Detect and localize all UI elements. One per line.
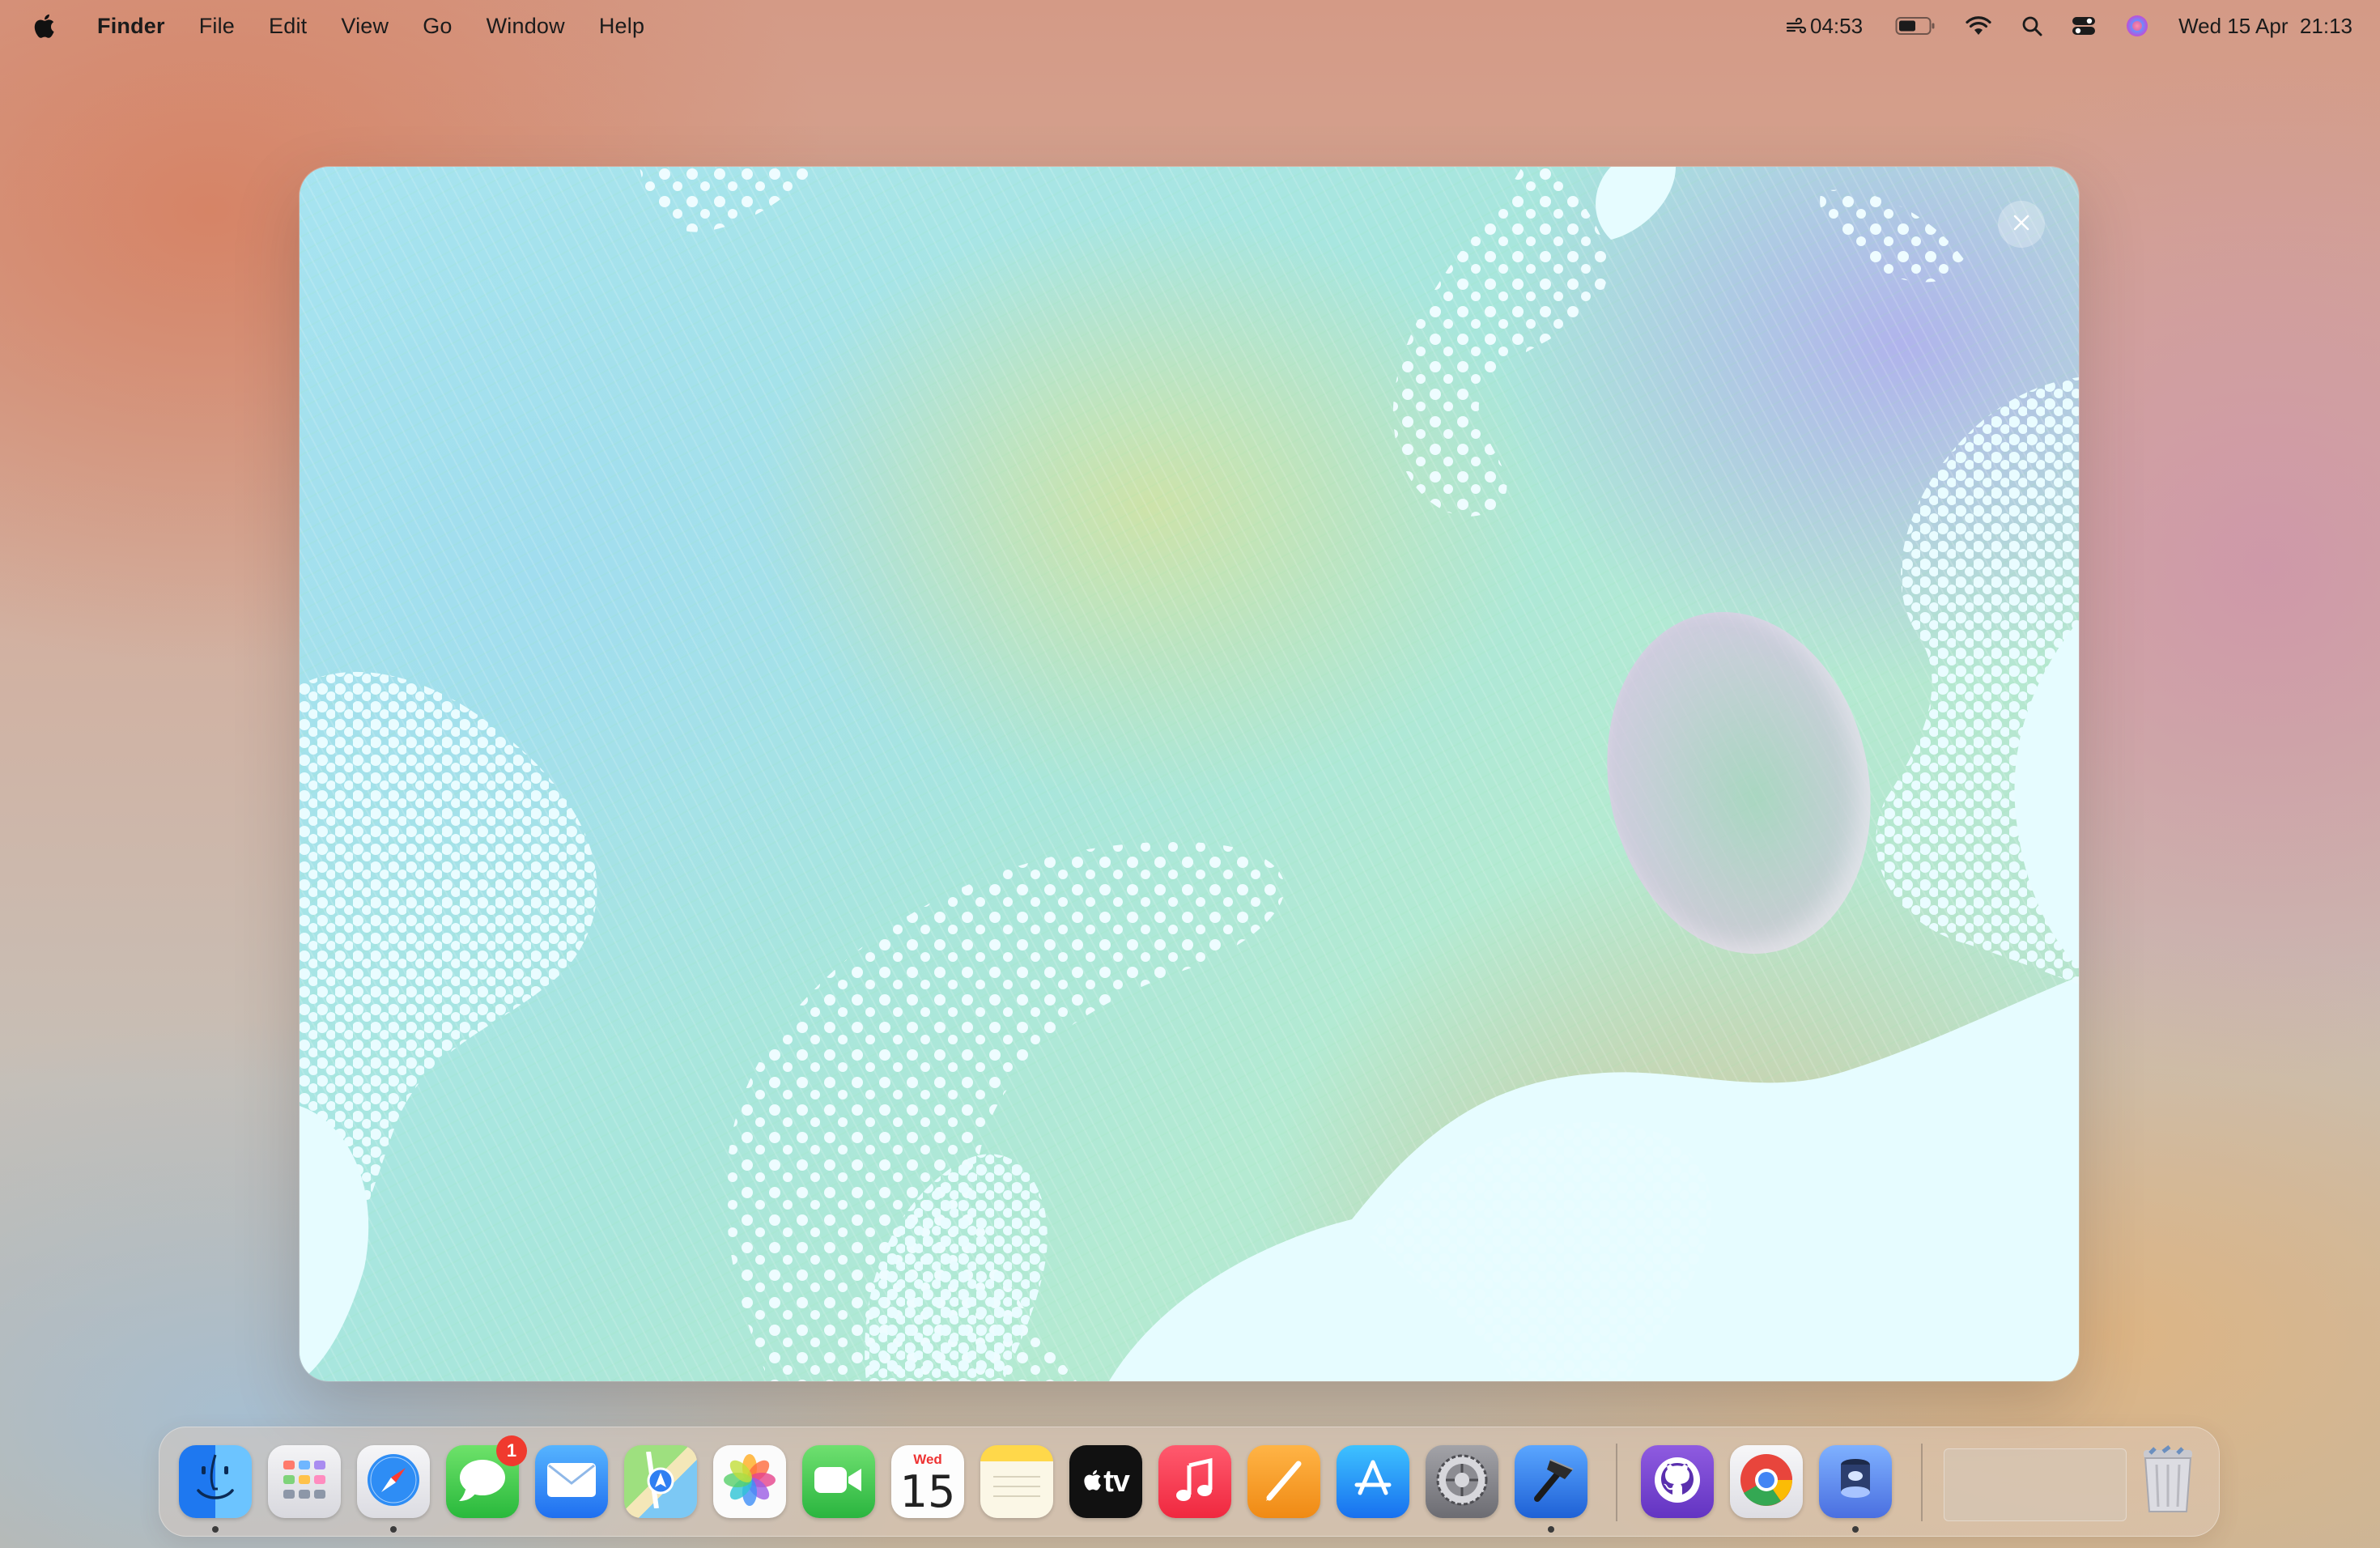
running-indicator (212, 1526, 219, 1533)
dock: 1 Wed 15 tv (159, 1427, 2220, 1537)
close-icon (2012, 213, 2031, 236)
running-indicator (1548, 1526, 1554, 1533)
dock-app-safari[interactable] (357, 1445, 430, 1518)
dock-app-music[interactable] (1158, 1445, 1231, 1518)
dock-app-chrome[interactable] (1730, 1445, 1803, 1518)
menu-bar-clock[interactable]: Wed 15 Apr 21:13 (2178, 14, 2352, 39)
safari-icon (363, 1450, 423, 1514)
dock-app-calendar[interactable]: Wed 15 (891, 1445, 964, 1518)
apple-tv-icon (1082, 1468, 1103, 1496)
dock-app-photos[interactable] (713, 1445, 786, 1518)
time-remaining: 04:53 (1810, 13, 1864, 38)
photos-icon (720, 1451, 779, 1513)
menu-edit[interactable]: Edit (269, 14, 307, 39)
dock-separator (1616, 1444, 1617, 1521)
siri-icon[interactable] (2125, 14, 2149, 38)
dock-app-maps[interactable] (624, 1445, 697, 1518)
notes-icon (988, 1456, 1045, 1508)
calendar-weekday: Wed (913, 1452, 942, 1467)
dock-app-mail[interactable] (535, 1445, 608, 1518)
control-center-icon[interactable] (2072, 15, 2096, 36)
running-indicator (390, 1526, 397, 1533)
messages-icon (456, 1456, 509, 1508)
close-button[interactable] (1998, 201, 2045, 248)
chrome-icon (1736, 1450, 1796, 1514)
xcode-icon (1523, 1452, 1579, 1512)
dock-app-finder[interactable] (179, 1445, 252, 1518)
menu-bar-status: 04:53 Wed 15 Apr 21:13 (1757, 0, 2352, 52)
launchpad-icon (278, 1454, 330, 1510)
wind-icon (1786, 17, 1807, 35)
wifi-icon[interactable] (1965, 15, 1992, 36)
dock-app-github-desktop[interactable] (1641, 1445, 1714, 1518)
mail-icon (545, 1460, 598, 1504)
menu-app-name[interactable]: Finder (97, 14, 165, 39)
calendar-date: 15 (899, 1466, 956, 1517)
screensaver-app-icon (1830, 1452, 1881, 1512)
spotlight-search-icon[interactable] (2021, 15, 2042, 36)
dock-app-app-store[interactable] (1337, 1445, 1409, 1518)
dock-app-screen-saver[interactable] (1819, 1445, 1892, 1518)
trash-icon (2136, 1444, 2200, 1520)
dock-app-notes[interactable] (980, 1445, 1053, 1518)
dock-app-tv[interactable]: tv (1069, 1445, 1142, 1518)
facetime-icon (813, 1464, 865, 1500)
github-icon (1651, 1453, 1704, 1511)
downloads-stack[interactable] (1944, 1448, 2127, 1521)
maps-icon (632, 1451, 689, 1512)
weather-status[interactable]: 04:53 (1786, 14, 1863, 39)
battery-icon[interactable] (1895, 16, 1936, 36)
dock-app-messages[interactable]: 1 (446, 1435, 527, 1518)
dock-app-facetime[interactable] (802, 1445, 875, 1518)
menu-go[interactable]: Go (423, 14, 452, 39)
menu-bar-left: Finder File Edit View Go Window Help (32, 0, 678, 52)
dock-trash[interactable] (2131, 1444, 2204, 1520)
app-store-icon (1349, 1456, 1397, 1508)
screensaver-preview-panel (300, 167, 2079, 1381)
dock-separator (1921, 1444, 1923, 1521)
finder-icon (187, 1452, 244, 1512)
menu-view[interactable]: View (341, 14, 389, 39)
menu-file[interactable]: File (199, 14, 235, 39)
messages-badge: 1 (496, 1435, 527, 1466)
music-icon (1173, 1456, 1217, 1508)
dock-app-xcode[interactable] (1515, 1445, 1587, 1518)
dock-app-launchpad[interactable] (268, 1445, 341, 1518)
tv-label: tv (1103, 1464, 1130, 1499)
menu-help[interactable]: Help (599, 14, 644, 39)
running-indicator (1852, 1526, 1859, 1533)
menu-bar: Finder File Edit View Go Window Help 04:… (0, 0, 2380, 52)
menu-window[interactable]: Window (487, 14, 565, 39)
dock-app-pages[interactable] (1247, 1445, 1320, 1518)
pages-icon (1260, 1456, 1308, 1508)
apple-logo-icon[interactable] (32, 12, 55, 40)
dock-app-system-settings[interactable] (1426, 1445, 1498, 1518)
system-settings-icon (1432, 1450, 1492, 1514)
